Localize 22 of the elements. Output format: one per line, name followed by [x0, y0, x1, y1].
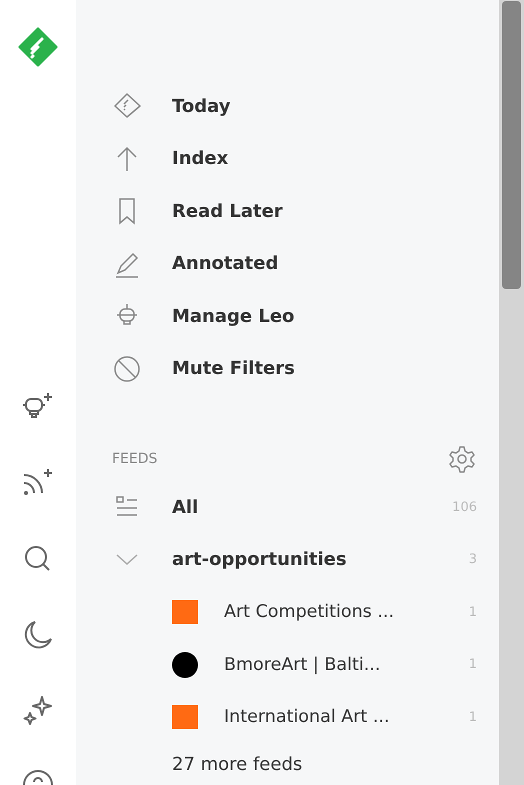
nav-item[interactable]: Manage Leo: [112, 290, 294, 342]
more-feeds-link[interactable]: 27 more feeds: [172, 754, 302, 774]
feed-item[interactable]: Art Competitions ... 1: [112, 586, 477, 638]
folder-item[interactable]: art-opportunities 3: [112, 534, 477, 586]
feed-item[interactable]: International Art ... 1: [112, 691, 477, 744]
logo-icon[interactable]: [18, 27, 58, 67]
scrollbar-thumb[interactable]: [502, 1, 521, 289]
prohibited-icon: [112, 354, 142, 384]
nav-item[interactable]: Today: [112, 80, 230, 132]
settings-icon[interactable]: [447, 444, 477, 474]
unread-count: 1: [468, 604, 477, 620]
nav-item[interactable]: Read Later: [112, 185, 283, 238]
unread-count: 1: [468, 657, 477, 672]
feed-item[interactable]: BmoreArt | Balti... 1: [112, 638, 477, 691]
nav-item[interactable]: Index: [112, 132, 228, 185]
unread-count: 106: [452, 500, 477, 515]
nav-item[interactable]: Annotated: [112, 238, 278, 290]
nav-item[interactable]: Mute Filters: [112, 342, 295, 395]
section-heading: FEEDS: [112, 451, 158, 467]
feed-item[interactable]: All 106: [112, 481, 477, 534]
unread-count: 1: [468, 710, 477, 725]
unread-count: 3: [468, 552, 477, 568]
